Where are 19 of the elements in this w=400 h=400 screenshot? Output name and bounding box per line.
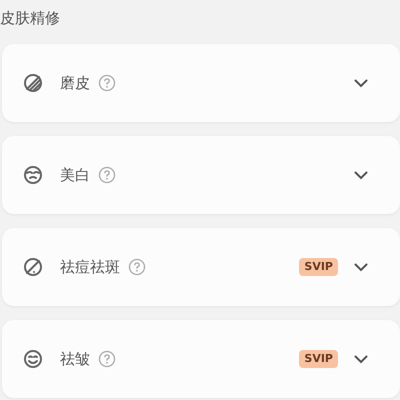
svip-badge: SVIP <box>299 258 338 276</box>
item-label: 祛痘祛斑 <box>60 256 120 278</box>
smile-face-icon <box>22 348 44 370</box>
face-icon <box>22 164 44 186</box>
chevron-down-icon[interactable] <box>354 262 368 272</box>
chevron-down-icon[interactable] <box>354 354 368 364</box>
section-title: 皮肤精修 <box>0 8 61 29</box>
chevron-down-icon[interactable] <box>354 78 368 88</box>
item-label: 美白 <box>60 164 90 186</box>
chevron-down-icon[interactable] <box>354 170 368 180</box>
item-label: 磨皮 <box>60 72 90 94</box>
circle-slash-icon <box>22 72 44 94</box>
item-card[interactable]: 祛痘祛斑 SVIP <box>2 228 400 306</box>
item-card[interactable]: 磨皮 <box>2 44 400 122</box>
item-card[interactable]: 美白 <box>2 136 400 214</box>
svip-badge: SVIP <box>299 350 338 368</box>
item-card[interactable]: 祛皱 SVIP <box>2 320 400 398</box>
face-slash-icon <box>22 256 44 278</box>
item-label: 祛皱 <box>60 348 90 370</box>
